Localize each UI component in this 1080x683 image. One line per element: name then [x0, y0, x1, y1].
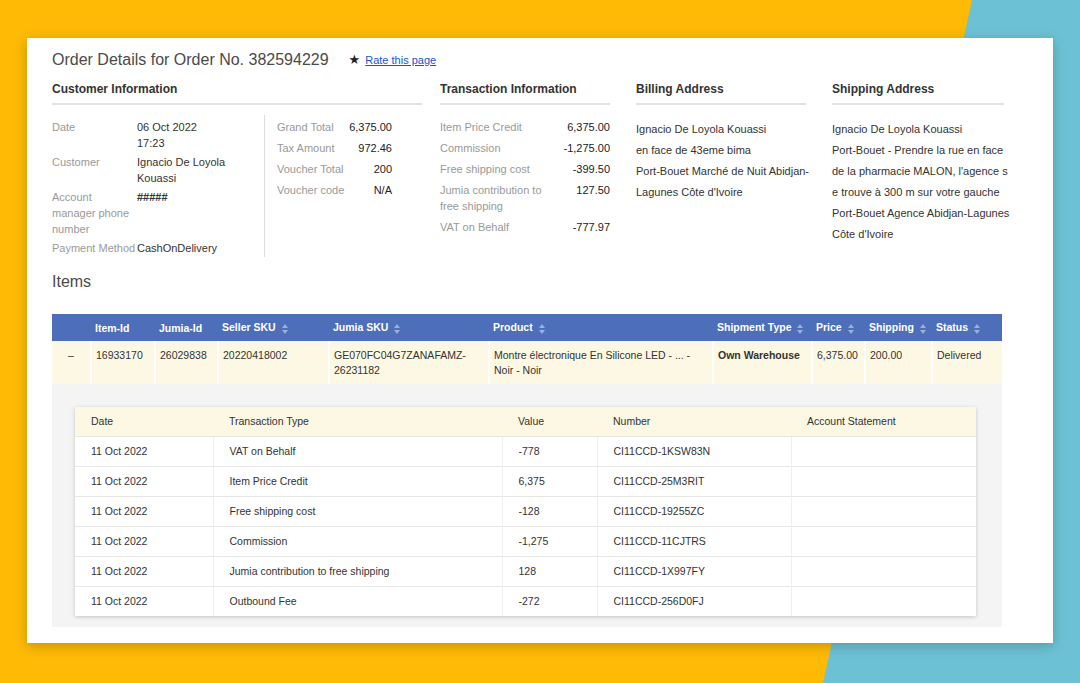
- customer-information-section: Customer Information Date 06 Oct 2022 17…: [52, 82, 422, 259]
- sort-icon[interactable]: [920, 324, 926, 334]
- items-table: Item-Id Jumia-Id Seller SKU Jumia SKU Pr…: [52, 314, 1002, 384]
- jumia-sku-cell: GE070FC04G7ZANAFAMZ-26231182: [329, 341, 489, 384]
- billing-address-line: Port-Bouet Marché de Nuit Abidjan-: [636, 161, 806, 182]
- column-header-shipping[interactable]: Shipping: [865, 314, 932, 341]
- expanded-row-detail: Date Transaction Type Value Number Accou…: [52, 384, 1002, 627]
- star-icon[interactable]: ★: [349, 52, 361, 67]
- voucher-total-row: Voucher Total 200: [277, 161, 392, 177]
- shipping-address-line: Ignacio De Loyola Kouassi: [832, 119, 1004, 140]
- shipment-type-cell: Own Warehouse: [713, 341, 812, 384]
- transaction-row: 11 Oct 2022 VAT on Behalf -778 CI11CCD-1…: [75, 436, 976, 466]
- transaction-information-heading: Transaction Information: [440, 82, 610, 105]
- customer-field-date: Date 06 Oct 2022 17:23: [52, 119, 252, 151]
- column-header-shipment-type[interactable]: Shipment Type: [713, 314, 812, 341]
- tx-column-date: Date: [75, 407, 213, 436]
- sort-icon[interactable]: [974, 324, 980, 334]
- billing-address-line: Ignacio De Loyola Kouassi: [636, 119, 806, 140]
- column-header-seller-sku[interactable]: Seller SKU: [218, 314, 329, 341]
- column-header-jumia-sku[interactable]: Jumia SKU: [329, 314, 489, 341]
- items-heading: Items: [52, 272, 1028, 291]
- transaction-information-section: Transaction Information Item Price Credi…: [440, 82, 610, 240]
- jumia-contribution-row: Jumia contribution to free shipping 127.…: [440, 182, 610, 214]
- column-header-jumia-id: Jumia-Id: [155, 314, 218, 341]
- shipping-address-line: Côte d'Ivoire: [832, 224, 1004, 245]
- price-cell: 6,375.00: [812, 341, 865, 384]
- sort-icon[interactable]: [282, 324, 288, 334]
- sort-icon[interactable]: [394, 324, 400, 334]
- item-row: – 16933170 26029838 20220418002 GE070FC0…: [52, 341, 1002, 384]
- tax-amount-row: Tax Amount 972.46: [277, 140, 392, 156]
- shipping-cell: 200.00: [865, 341, 932, 384]
- status-cell: Delivered: [932, 341, 1002, 384]
- items-table-header-row: Item-Id Jumia-Id Seller SKU Jumia SKU Pr…: [52, 314, 1002, 341]
- transaction-row: 11 Oct 2022 Jumia contribution to free s…: [75, 556, 976, 586]
- column-header-product[interactable]: Product: [489, 314, 713, 341]
- shipping-address-line: e trouve à 300 m sur votre gauche: [832, 182, 1004, 203]
- billing-address-line: Lagunes Côte d'Ivoire: [636, 182, 806, 203]
- sort-icon[interactable]: [797, 324, 803, 334]
- shipping-address-section: Shipping Address Ignacio De Loyola Kouas…: [832, 82, 1004, 245]
- rate-this-page-link[interactable]: Rate this page: [365, 54, 436, 66]
- transactions-table: Date Transaction Type Value Number Accou…: [75, 407, 976, 616]
- free-shipping-cost-row: Free shipping cost -399.50: [440, 161, 610, 177]
- customer-field-account-manager-phone: Account manager phone number #####: [52, 189, 252, 237]
- page-title: Order Details for Order No. 382594229: [52, 50, 329, 69]
- transaction-row: 11 Oct 2022 Outbound Fee -272 CI11CCD-25…: [75, 586, 976, 616]
- item-price-credit-row: Item Price Credit 6,375.00: [440, 119, 610, 135]
- vertical-divider: [264, 115, 265, 257]
- customer-field-customer: Customer Ignacio De Loyola Kouassi: [52, 154, 252, 186]
- collapse-row-button[interactable]: –: [52, 341, 91, 384]
- vat-on-behalf-row: VAT on Behalf -777.97: [440, 219, 610, 235]
- expand-column-header: [52, 314, 91, 341]
- shipping-address-line: Port-Bouet - Prendre la rue en face: [832, 140, 1004, 161]
- column-header-item-id: Item-Id: [91, 314, 155, 341]
- tx-column-number: Number: [597, 407, 791, 436]
- grand-total-row: Grand Total 6,375.00: [277, 119, 392, 135]
- seller-sku-cell: 20220418002: [218, 341, 329, 384]
- product-cell: Montre électronique En Silicone LED - ..…: [489, 341, 713, 384]
- tx-column-statement: Account Statement: [791, 407, 976, 436]
- transactions-header-row: Date Transaction Type Value Number Accou…: [75, 407, 976, 436]
- order-details-card: Order Details for Order No. 382594229 ★ …: [27, 38, 1053, 643]
- sort-icon[interactable]: [539, 324, 545, 334]
- item-id-cell: 16933170: [91, 341, 155, 384]
- tx-column-value: Value: [502, 407, 597, 436]
- customer-field-payment-method: Payment Method CashOnDelivery: [52, 240, 252, 256]
- customer-information-heading: Customer Information: [52, 82, 422, 105]
- shipping-address-line: de la pharmacie MALON, l'agence s: [832, 161, 1004, 182]
- rate-this-page[interactable]: ★ Rate this page: [349, 52, 437, 67]
- billing-address-section: Billing Address Ignacio De Loyola Kouass…: [636, 82, 806, 203]
- tx-column-type: Transaction Type: [213, 407, 502, 436]
- commission-row: Commission -1,275.00: [440, 140, 610, 156]
- jumia-id-cell: 26029838: [155, 341, 218, 384]
- transaction-row: 11 Oct 2022 Item Price Credit 6,375 CI11…: [75, 466, 976, 496]
- column-header-status[interactable]: Status: [932, 314, 1002, 341]
- transaction-row: 11 Oct 2022 Commission -1,275 CI11CCD-11…: [75, 526, 976, 556]
- billing-address-line: en face de 43eme bima: [636, 140, 806, 161]
- shipping-address-line: Port-Bouet Agence Abidjan-Lagunes: [832, 203, 1004, 224]
- sort-icon[interactable]: [848, 324, 854, 334]
- column-header-price[interactable]: Price: [812, 314, 865, 341]
- shipping-address-heading: Shipping Address: [832, 82, 1004, 105]
- transaction-row: 11 Oct 2022 Free shipping cost -128 CI11…: [75, 496, 976, 526]
- voucher-code-row: Voucher code N/A: [277, 182, 392, 198]
- billing-address-heading: Billing Address: [636, 82, 806, 105]
